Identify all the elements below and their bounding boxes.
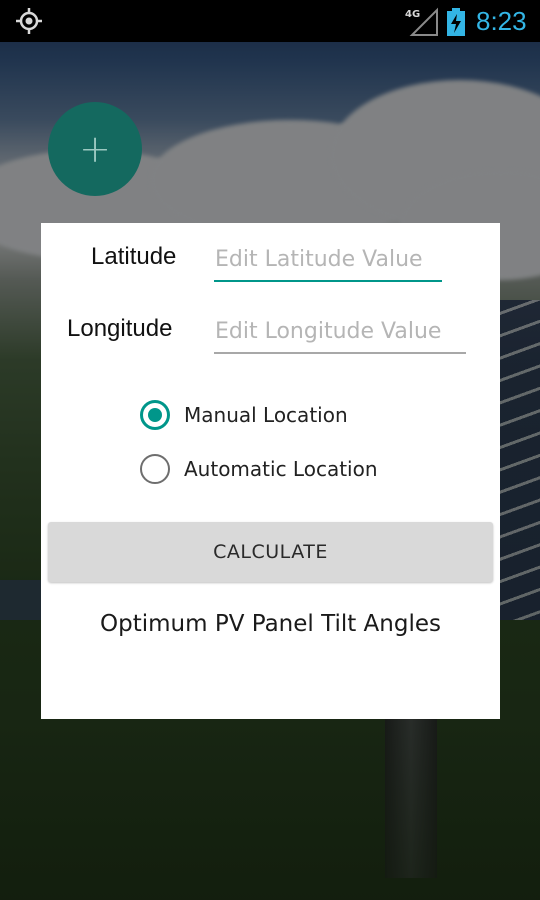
status-bar: 4G 8:23: [0, 0, 540, 42]
location-dialog: Latitude Longitude Manual Location Autom…: [41, 223, 500, 719]
network-type: 4G: [405, 9, 420, 20]
radio-checked-icon: [140, 400, 170, 430]
battery-charging-icon: [447, 8, 465, 36]
longitude-label: Longitude: [67, 315, 173, 342]
plus-icon: +: [79, 127, 111, 171]
radio-automatic-location[interactable]: Automatic Location: [140, 449, 440, 489]
longitude-row: Longitude: [41, 295, 500, 355]
status-clock: 8:23: [476, 6, 527, 36]
add-fab-button[interactable]: +: [48, 102, 142, 196]
signal-icon: 4G: [405, 7, 438, 36]
latitude-row: Latitude: [41, 223, 500, 283]
result-text: Optimum PV Panel Tilt Angles: [100, 611, 441, 637]
radio-unchecked-icon: [140, 454, 170, 484]
calculate-button[interactable]: CALCULATE: [48, 522, 493, 582]
latitude-label: Latitude: [91, 243, 177, 270]
gps-icon: [16, 8, 42, 34]
radio-manual-label: Manual Location: [184, 403, 348, 427]
latitude-input[interactable]: [215, 237, 443, 281]
longitude-underline: [214, 352, 466, 354]
longitude-input[interactable]: [215, 309, 467, 353]
latitude-underline: [214, 280, 442, 282]
radio-manual-location[interactable]: Manual Location: [140, 395, 440, 435]
app-screen: 4G 8:23 + Latitude Longitude Manual Loca…: [0, 0, 540, 900]
radio-automatic-label: Automatic Location: [184, 457, 378, 481]
